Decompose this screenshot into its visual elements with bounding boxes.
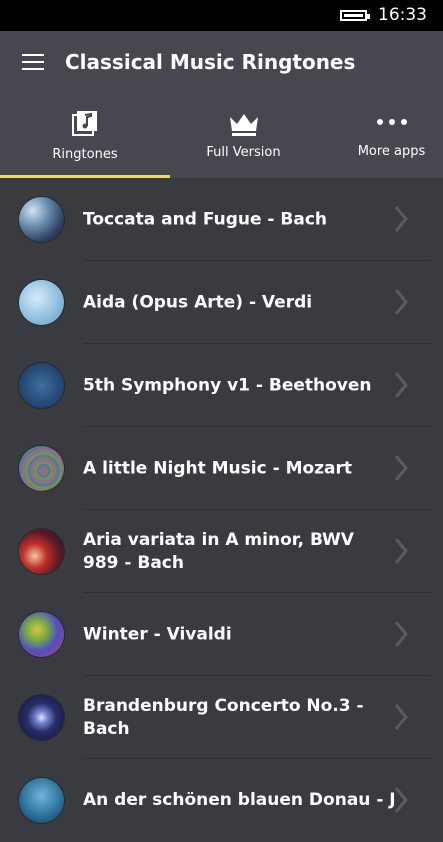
tab-label: Ringtones	[52, 147, 118, 162]
tab-full-version[interactable]: Full Version	[170, 103, 317, 177]
ringtone-title: A little Night Music - Mozart	[83, 458, 353, 478]
more-dots-icon	[377, 119, 407, 125]
list-item[interactable]: Aida (Opus Arte) - Verdi	[0, 261, 443, 344]
chevron-right-icon	[394, 787, 408, 813]
crown-icon	[230, 114, 258, 136]
chevron-right-icon	[394, 289, 408, 315]
tab-more-apps[interactable]: More apps	[340, 103, 443, 177]
ringtone-thumbnail	[19, 529, 64, 574]
app-title: Classical Music Ringtones	[65, 50, 356, 74]
list-item[interactable]: Winter - Vivaldi	[0, 593, 443, 676]
ringtone-title: An der schönen blauen Donau - J	[83, 790, 396, 810]
chevron-right-icon	[394, 704, 408, 730]
ringtone-title: Aida (Opus Arte) - Verdi	[83, 292, 313, 312]
status-bar: 16:33	[0, 0, 443, 31]
list-item[interactable]: Brandenburg Concerto No.3 - Bach	[0, 676, 443, 759]
tab-label: Full Version	[206, 145, 281, 160]
chevron-right-icon	[394, 455, 408, 481]
chevron-right-icon	[394, 372, 408, 398]
ringtone-thumbnail	[19, 446, 64, 491]
ringtone-thumbnail	[19, 197, 64, 242]
music-note-icon	[72, 111, 97, 136]
list-item[interactable]: Toccata and Fugue - Bach	[0, 178, 443, 261]
ringtone-list: Toccata and Fugue - Bach Aida (Opus Arte…	[0, 178, 443, 842]
ringtone-thumbnail	[19, 778, 64, 823]
ringtone-title: 5th Symphony v1 - Beethoven	[83, 375, 372, 395]
chevron-right-icon	[394, 538, 408, 564]
ringtone-thumbnail	[19, 612, 64, 657]
tab-label: More apps	[357, 144, 426, 159]
ringtone-thumbnail	[19, 363, 64, 408]
menu-icon[interactable]	[22, 54, 44, 70]
app-header: Classical Music Ringtones Ringtones Full…	[0, 31, 443, 178]
chevron-right-icon	[394, 621, 408, 647]
list-item[interactable]: A little Night Music - Mozart	[0, 427, 443, 510]
status-time: 16:33	[378, 5, 427, 25]
chevron-right-icon	[394, 206, 408, 232]
ringtone-thumbnail	[19, 280, 64, 325]
list-item[interactable]: 5th Symphony v1 - Beethoven	[0, 344, 443, 427]
battery-icon	[340, 10, 370, 21]
list-item[interactable]: Aria variata in A minor, BWV 989 - Bach	[0, 510, 443, 593]
list-item[interactable]: An der schönen blauen Donau - J	[0, 759, 443, 842]
ringtone-thumbnail	[19, 695, 64, 740]
ringtone-title: Toccata and Fugue - Bach	[83, 209, 327, 229]
ringtone-title: Aria variata in A minor, BWV 989 - Bach	[83, 529, 354, 573]
ringtone-title: Brandenburg Concerto No.3 - Bach	[83, 695, 364, 739]
tab-ringtones[interactable]: Ringtones	[0, 103, 170, 177]
ringtone-title: Winter - Vivaldi	[83, 624, 232, 644]
